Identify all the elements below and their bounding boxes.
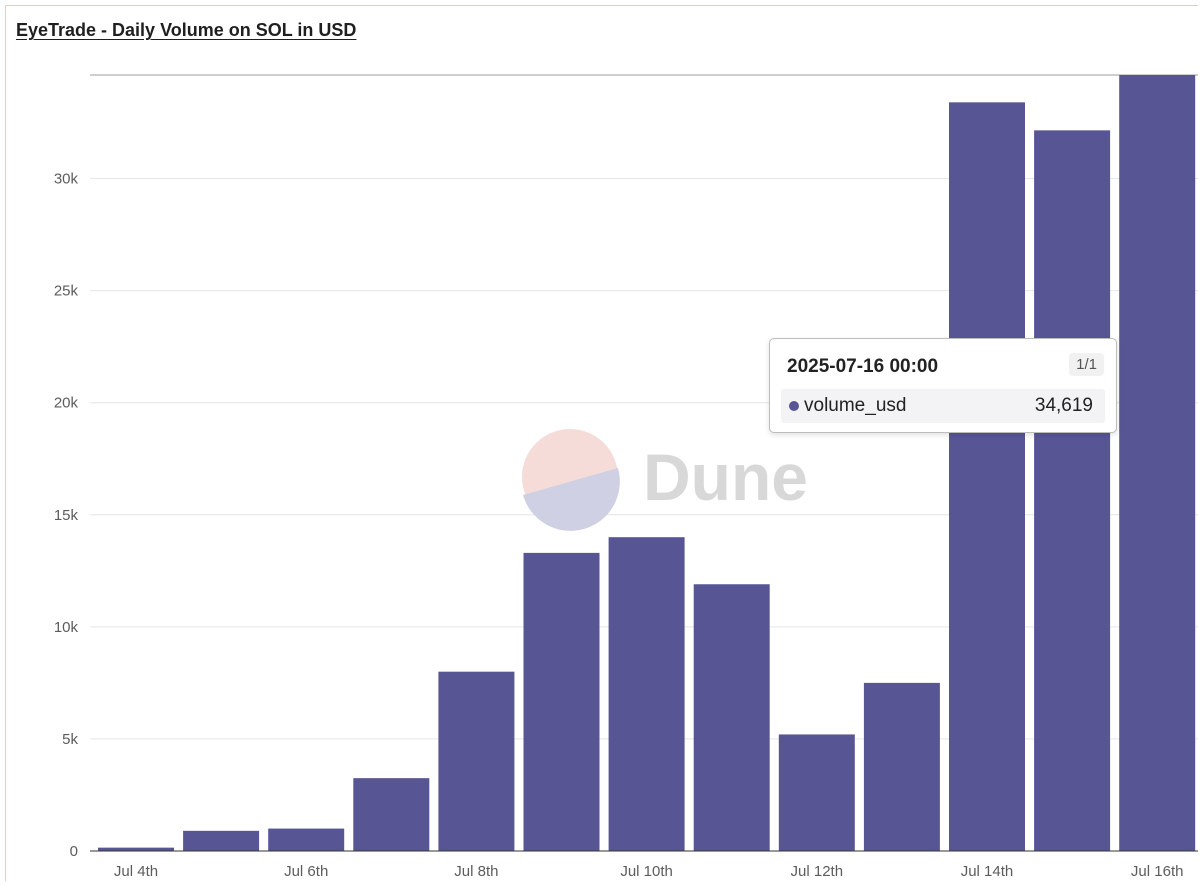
x-tick-label: Jul 12th [791, 863, 844, 880]
y-tick-label: 20k [54, 395, 79, 412]
y-tick-label: 25k [54, 283, 79, 300]
tooltip: 2025-07-16 00:00 1/1 volume_usd 34,619 [769, 338, 1117, 433]
bar[interactable] [183, 830, 260, 851]
x-tick-label: Jul 6th [284, 863, 328, 880]
dune-watermark: Dune [522, 429, 808, 531]
bar[interactable] [863, 682, 940, 851]
y-tick-label: 30k [54, 171, 79, 188]
tooltip-series-name: volume_usd [804, 395, 907, 416]
bar-chart[interactable]: Dune 0 5k 10k 15k 20k 25k 30k Jul 4th Jul 6th Ju… [0, 0, 1200, 883]
bar[interactable] [98, 847, 174, 851]
x-tick-label: Jul 10th [620, 863, 673, 880]
y-tick-label: 5k [62, 731, 78, 748]
bar[interactable] [949, 102, 1025, 852]
bar[interactable] [268, 828, 345, 851]
x-tick-label: Jul 14th [961, 863, 1014, 880]
tooltip-page-indicator: 1/1 [1069, 353, 1104, 376]
x-tick-label: Jul 16th [1131, 863, 1184, 880]
bar[interactable] [523, 552, 600, 851]
bar[interactable] [608, 537, 685, 851]
tooltip-row: volume_usd 34,619 [781, 389, 1105, 423]
bar[interactable] [353, 778, 430, 851]
bar[interactable] [693, 584, 770, 851]
watermark-text: Dune [643, 440, 808, 514]
bar[interactable] [778, 734, 855, 851]
bar[interactable] [1034, 130, 1111, 851]
bar[interactable] [438, 671, 515, 851]
tooltip-title: 2025-07-16 00:00 [787, 356, 939, 377]
y-tick-label: 15k [54, 507, 79, 524]
y-tick-label: 10k [54, 619, 79, 636]
y-tick-label: 0 [70, 843, 78, 860]
x-tick-label: Jul 4th [114, 863, 158, 880]
x-tick-label: Jul 8th [454, 863, 498, 880]
series-dot-icon [789, 401, 799, 411]
bar[interactable] [1119, 75, 1196, 851]
tooltip-value: 34,619 [1034, 395, 1093, 416]
